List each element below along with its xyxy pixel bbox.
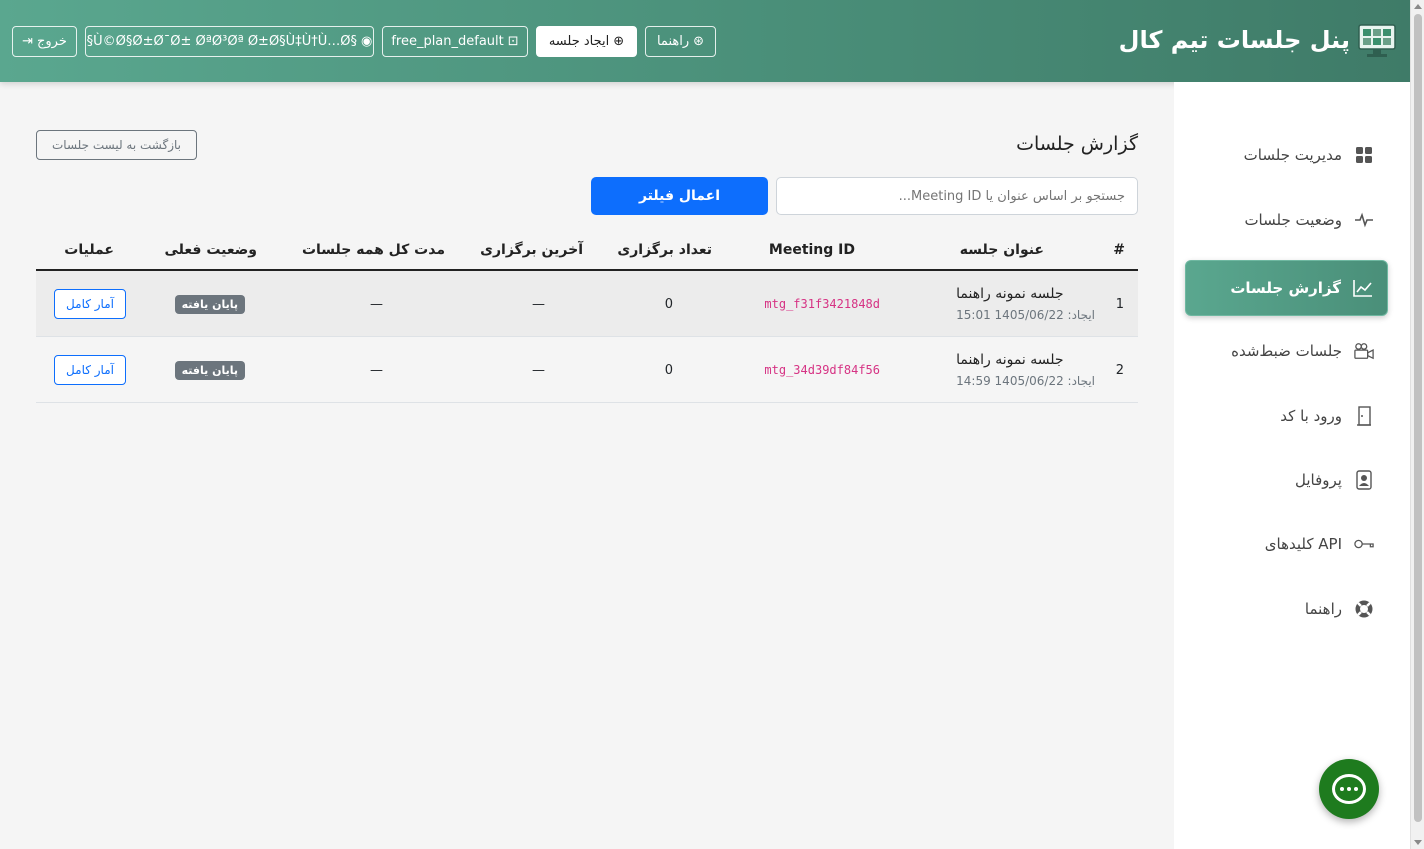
row-count: 0 bbox=[664, 296, 673, 312]
help-button-label: راهنما bbox=[656, 34, 690, 49]
sidebar-item-label: کلیدهای API bbox=[1264, 535, 1342, 553]
row-title: جلسه نمونه راهنما bbox=[956, 286, 1064, 302]
status-badge: پایان یافته bbox=[174, 294, 245, 314]
create-meeting-button[interactable]: ایجاد جلسه ⊕ bbox=[536, 26, 637, 57]
sidebar-item-meeting-reports[interactable]: گزارش جلسات bbox=[1185, 260, 1388, 316]
user-button[interactable]: §Ù©Ø§Ø±Ø¯Ø± ØªØ³Øª Ø±Ø§Ù‡Ù†Ù…Ø§ ◉ bbox=[85, 26, 374, 57]
brand[interactable]: پنل جلسات تیم کال bbox=[1119, 19, 1398, 61]
door-icon bbox=[1354, 406, 1374, 426]
sidebar-item-label: ورود با کد bbox=[1280, 407, 1342, 425]
life-preserver-icon bbox=[1354, 599, 1374, 619]
camera-video-icon bbox=[1354, 341, 1374, 361]
sidebar-item-label: راهنما bbox=[1304, 600, 1342, 618]
sidebar-item-profile[interactable]: پروفایل bbox=[1185, 452, 1388, 508]
col-actions: عملیات bbox=[64, 242, 114, 258]
row-created: ایجاد: 1405/06/22 14:59 bbox=[956, 374, 1095, 388]
sidebar-item-help[interactable]: راهنما bbox=[1185, 581, 1388, 637]
apply-filter-button[interactable]: اعمال فیلتر bbox=[591, 177, 768, 215]
row-duration: — bbox=[370, 362, 383, 378]
key-icon bbox=[1354, 534, 1374, 554]
user-label: §Ù©Ø§Ø±Ø¯Ø± ØªØ³Øª Ø±Ø§Ù‡Ù†Ù…Ø§ bbox=[86, 34, 357, 49]
col-duration: مدت کل همه جلسات bbox=[301, 242, 445, 258]
back-to-list-button[interactable]: بازگشت به لیست جلسات bbox=[36, 130, 197, 160]
row-num: 1 bbox=[1115, 296, 1124, 312]
col-meeting-id: Meeting ID bbox=[768, 242, 855, 258]
table-row: 1 جلسه نمونه راهنما ایجاد: 1405/06/22 15… bbox=[36, 271, 1138, 337]
col-num: # bbox=[1113, 242, 1125, 258]
row-num: 2 bbox=[1115, 362, 1124, 378]
row-meeting-id: mtg_f31f3421848d bbox=[764, 297, 880, 311]
activity-icon bbox=[1354, 210, 1374, 230]
row-count: 0 bbox=[664, 362, 673, 378]
reports-table: # عنوان جلسه Meeting ID تعداد برگزاری آخ… bbox=[36, 229, 1138, 403]
sidebar-item-label: جلسات ضبط‌شده bbox=[1231, 342, 1342, 360]
row-duration: — bbox=[370, 296, 383, 312]
row-last: — bbox=[532, 362, 545, 378]
table-row: 2 جلسه نمونه راهنما ایجاد: 1405/06/22 14… bbox=[36, 337, 1138, 403]
logout-label: خروج bbox=[37, 34, 67, 49]
sidebar-item-label: گزارش جلسات bbox=[1230, 279, 1341, 297]
sidebar-item-join-by-code[interactable]: ورود با کد bbox=[1185, 388, 1388, 444]
scroll-down-arrow-icon[interactable] bbox=[1414, 840, 1422, 845]
row-last: — bbox=[532, 296, 545, 312]
plan-button[interactable]: free_plan_default ⊡ bbox=[382, 26, 528, 57]
row-meeting-id: mtg_34d39df84f56 bbox=[764, 363, 880, 377]
chart-line-icon bbox=[1353, 278, 1373, 298]
logout-button[interactable]: ⇥ خروج bbox=[12, 26, 77, 57]
brand-title: پنل جلسات تیم کال bbox=[1118, 26, 1350, 54]
col-status: وضعیت فعلی bbox=[164, 242, 258, 258]
sidebar: مدیریت جلسات وضعیت جلسات گزارش جلسات جلس… bbox=[1174, 82, 1410, 849]
sidebar-item-label: مدیریت جلسات bbox=[1243, 146, 1342, 164]
gift-icon: ⊡ bbox=[507, 34, 519, 49]
row-title: جلسه نمونه راهنما bbox=[956, 352, 1064, 368]
plus-circle-icon: ⊕ bbox=[613, 34, 625, 49]
plan-label: free_plan_default bbox=[391, 34, 504, 49]
scroll-up-arrow-icon[interactable] bbox=[1414, 4, 1422, 9]
full-stats-button[interactable]: آمار کامل bbox=[54, 289, 126, 319]
scroll-thumb[interactable] bbox=[1414, 14, 1422, 822]
sidebar-item-label: وضعیت جلسات bbox=[1244, 211, 1342, 229]
col-title: عنوان جلسه bbox=[959, 242, 1044, 258]
sidebar-item-label: پروفایل bbox=[1295, 471, 1342, 489]
person-badge-icon bbox=[1354, 470, 1374, 490]
person-circle-icon: ◉ bbox=[360, 34, 373, 49]
life-preserver-icon: ⊛ bbox=[693, 34, 705, 49]
col-count: تعداد برگزاری bbox=[617, 242, 712, 258]
chat-bubble-icon bbox=[1332, 774, 1366, 804]
page-title: گزارش جلسات bbox=[1016, 133, 1138, 155]
full-stats-button[interactable]: آمار کامل bbox=[54, 355, 126, 385]
table-header: # عنوان جلسه Meeting ID تعداد برگزاری آخ… bbox=[36, 229, 1138, 271]
row-created: ایجاد: 1405/06/22 15:01 bbox=[956, 308, 1095, 322]
sidebar-item-recorded-meetings[interactable]: جلسات ضبط‌شده bbox=[1185, 323, 1388, 379]
sidebar-item-meeting-management[interactable]: مدیریت جلسات bbox=[1185, 127, 1388, 183]
chat-button[interactable] bbox=[1319, 759, 1379, 819]
sidebar-item-api-keys[interactable]: کلیدهای API bbox=[1185, 516, 1388, 572]
col-last: آخرین برگزاری bbox=[480, 242, 583, 258]
brand-logo-icon bbox=[1356, 19, 1398, 61]
row-status-cell: پایان یافته bbox=[174, 337, 245, 403]
row-actions-cell: آمار کامل bbox=[54, 271, 126, 337]
row-title-cell: جلسه نمونه راهنما ایجاد: 1405/06/22 14:5… bbox=[956, 337, 1095, 403]
row-status-cell: پایان یافته bbox=[174, 271, 245, 337]
logout-icon: ⇥ bbox=[22, 34, 33, 49]
top-header: پنل جلسات تیم کال راهنما ⊛ ایجاد جلسه ⊕ … bbox=[0, 0, 1410, 82]
grid-icon bbox=[1354, 145, 1374, 165]
search-input[interactable] bbox=[776, 177, 1138, 215]
create-meeting-label: ایجاد جلسه bbox=[548, 34, 610, 49]
sidebar-item-meeting-status[interactable]: وضعیت جلسات bbox=[1185, 192, 1388, 248]
scrollbar[interactable] bbox=[1410, 0, 1424, 849]
status-badge: پایان یافته bbox=[174, 360, 245, 380]
help-button[interactable]: راهنما ⊛ bbox=[645, 26, 716, 57]
row-actions-cell: آمار کامل bbox=[54, 337, 126, 403]
row-title-cell: جلسه نمونه راهنما ایجاد: 1405/06/22 15:0… bbox=[956, 271, 1095, 337]
